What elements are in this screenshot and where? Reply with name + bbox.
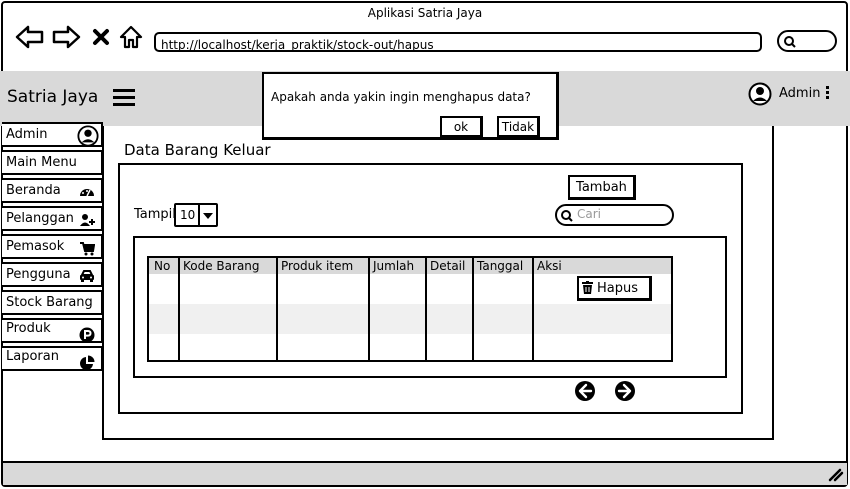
sidebar-item-label: Produk bbox=[6, 321, 51, 336]
sidebar-item-label: Pelanggan bbox=[6, 211, 74, 226]
confirm-dialog: Apakah anda yakin ingin menghapus data? … bbox=[262, 72, 559, 140]
sidebar-item-label: Pengguna bbox=[6, 267, 71, 282]
dashboard-icon bbox=[80, 189, 94, 197]
table-row bbox=[149, 304, 671, 334]
sidebar-item-pengguna[interactable]: Pengguna bbox=[2, 262, 103, 287]
hamburger-menu-icon[interactable] bbox=[113, 89, 135, 107]
delete-button-label: Hapus bbox=[597, 280, 639, 296]
column-header-produk-item: Produk item bbox=[281, 259, 354, 273]
sidebar-item-produk[interactable]: Produk bbox=[2, 318, 103, 343]
table-row bbox=[149, 334, 671, 360]
sidebar-item-laporan[interactable]: Laporan bbox=[2, 346, 103, 371]
header-username[interactable]: Admin bbox=[779, 86, 820, 101]
more-vertical-icon[interactable] bbox=[826, 86, 830, 100]
column-header-kode-barang: Kode Barang bbox=[183, 259, 260, 273]
sidebar-item-pelanggan[interactable]: Pelanggan bbox=[2, 206, 103, 231]
p-circle-icon bbox=[79, 327, 95, 343]
sidebar-item-pemasok[interactable]: Pemasok bbox=[2, 234, 103, 259]
home-icon[interactable] bbox=[118, 24, 144, 50]
sidebar-item-label: Main Menu bbox=[6, 155, 77, 170]
page-title: Data Barang Keluar bbox=[124, 141, 271, 159]
cancel-button[interactable]: Tidak bbox=[497, 116, 540, 138]
sidebar-item-stock-barang[interactable]: Stock Barang bbox=[2, 290, 103, 315]
prev-page-icon[interactable] bbox=[574, 380, 596, 402]
url-text: http://localhost/kerja_praktik/stock-out… bbox=[161, 38, 434, 52]
next-page-icon[interactable] bbox=[614, 380, 636, 402]
show-entries-label: Tampil bbox=[134, 207, 176, 222]
status-bar bbox=[3, 461, 847, 485]
show-entries-select[interactable]: 10 bbox=[174, 203, 218, 227]
column-header-tanggal: Tanggal bbox=[477, 259, 524, 273]
search-input[interactable]: Cari bbox=[555, 204, 674, 226]
delete-button[interactable]: Hapus bbox=[577, 276, 652, 301]
data-table: No Kode Barang Produk item Jumlah Detail… bbox=[147, 256, 673, 362]
address-bar[interactable]: http://localhost/kerja_praktik/stock-out… bbox=[154, 32, 762, 52]
sidebar-item-main-menu: Main Menu bbox=[2, 150, 103, 175]
dialog-message: Apakah anda yakin ingin menghapus data? bbox=[271, 90, 531, 104]
close-icon[interactable] bbox=[92, 28, 110, 46]
cart-icon bbox=[80, 242, 95, 256]
ok-button[interactable]: ok bbox=[440, 116, 483, 138]
search-placeholder: Cari bbox=[577, 207, 601, 221]
user-circle-icon bbox=[77, 125, 99, 147]
sidebar-item-label: Laporan bbox=[6, 349, 59, 364]
forward-icon[interactable] bbox=[51, 25, 81, 49]
add-button[interactable]: Tambah bbox=[568, 175, 636, 200]
sidebar-item-label: Stock Barang bbox=[6, 295, 93, 310]
chevron-down-icon bbox=[203, 213, 213, 219]
pie-chart-icon bbox=[80, 355, 95, 370]
user-avatar-icon[interactable] bbox=[748, 82, 772, 106]
sidebar-item-label: Admin bbox=[6, 127, 48, 142]
search-icon bbox=[784, 36, 796, 48]
sidebar-item-label: Beranda bbox=[6, 183, 61, 198]
search-icon bbox=[561, 210, 573, 222]
column-header-no: No bbox=[154, 259, 171, 273]
window-title: Aplikasi Satria Jaya bbox=[367, 6, 483, 20]
show-entries-value: 10 bbox=[180, 208, 196, 222]
brand-name: Satria Jaya bbox=[7, 87, 99, 107]
column-header-aksi: Aksi bbox=[537, 259, 562, 273]
browser-search-box[interactable] bbox=[777, 30, 837, 52]
sidebar-item-admin[interactable]: Admin bbox=[2, 122, 103, 147]
back-icon[interactable] bbox=[15, 25, 45, 49]
column-header-jumlah: Jumlah bbox=[373, 259, 415, 273]
trash-icon bbox=[582, 281, 593, 294]
user-plus-icon bbox=[80, 214, 95, 226]
sidebar-item-beranda[interactable]: Beranda bbox=[2, 178, 103, 203]
column-header-detail: Detail bbox=[430, 259, 466, 273]
resize-grip-icon[interactable] bbox=[826, 466, 844, 482]
sidebar-item-label: Pemasok bbox=[6, 239, 65, 254]
car-icon bbox=[80, 270, 94, 282]
